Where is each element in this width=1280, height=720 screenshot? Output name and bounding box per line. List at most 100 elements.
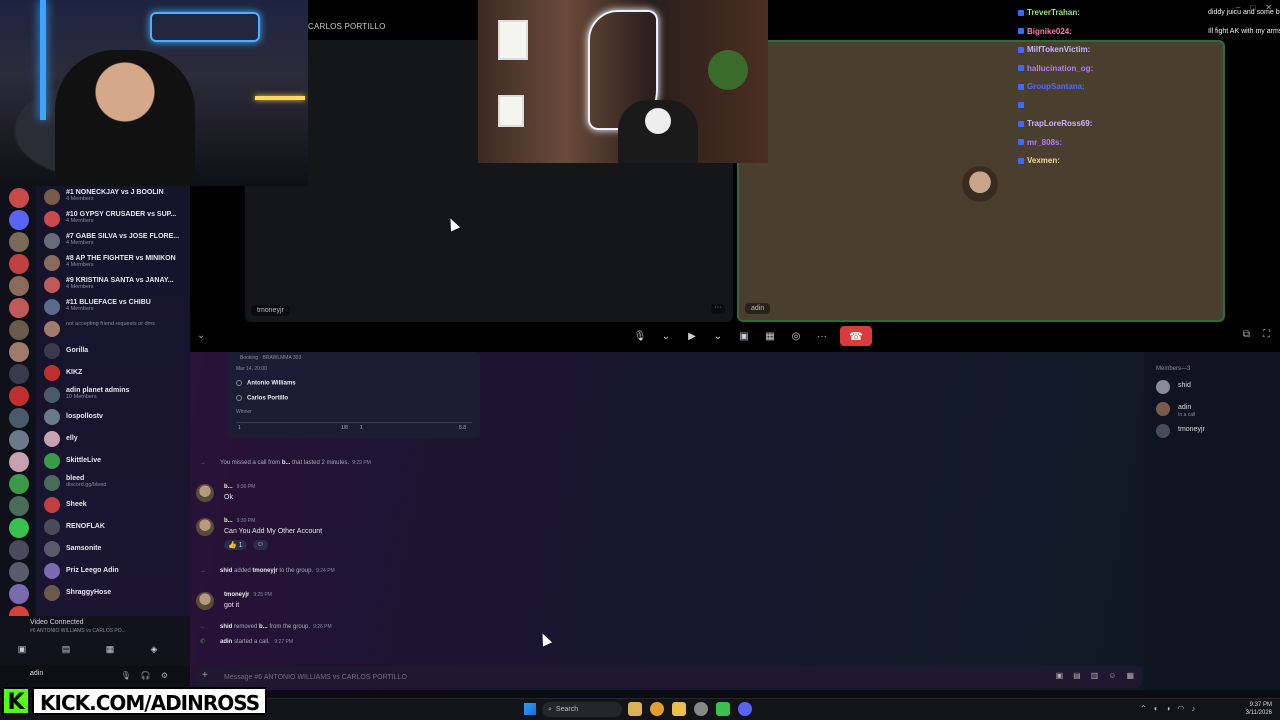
message-author[interactable]: tmoneyjr <box>224 592 249 598</box>
dm-item[interactable]: #10 GYPSY CRUSADER vs SUP... 4 Members <box>36 208 190 230</box>
dm-item[interactable]: not accepting friend requests or dms <box>36 318 190 340</box>
voice-channel-name[interactable]: #6 ANTONIO WILLIAMS vs CARLOS PO... <box>30 628 126 634</box>
dm-item[interactable]: Samsonite <box>36 538 190 560</box>
server-icon[interactable] <box>9 474 29 494</box>
message-author[interactable]: b... <box>224 484 233 490</box>
server-icon[interactable] <box>9 386 29 406</box>
dm-subtitle: 4 Members <box>66 262 94 268</box>
screen-share-icon[interactable]: ▤ <box>58 644 74 655</box>
dm-title: KIKZ <box>66 369 83 376</box>
dm-item[interactable]: SkittleLive <box>36 450 190 472</box>
close-icon[interactable]: ✕ <box>1265 3 1272 12</box>
more-options-icon[interactable]: ··· <box>711 304 725 314</box>
stream-chat-line: mr_808s: <box>1012 134 1280 153</box>
server-icon[interactable] <box>9 320 29 340</box>
server-icon[interactable] <box>9 540 29 560</box>
server-icon[interactable] <box>9 232 29 252</box>
dm-item[interactable]: Priz Leego Adin <box>36 560 190 582</box>
dm-item[interactable]: RENOFLAK <box>36 516 190 538</box>
app-icon[interactable] <box>628 702 642 716</box>
popout-icon[interactable]: ⧉ <box>1243 329 1250 340</box>
username[interactable]: adin <box>30 670 43 677</box>
volume-icon[interactable]: ♪ <box>1191 704 1195 713</box>
dm-title: #7 GABE SILVA vs JOSE FLORE... <box>66 233 180 240</box>
gif-icon[interactable]: ▤ <box>1073 671 1081 680</box>
dm-item[interactable]: Sheek <box>36 494 190 516</box>
dm-item[interactable]: #9 KRISTINA SANTA vs JANAY... 4 Members <box>36 274 190 296</box>
screen-share-icon[interactable]: ▣ <box>736 328 752 344</box>
taskbar-search[interactable]: ⌕ Search <box>542 702 622 717</box>
server-icon[interactable] <box>9 298 29 318</box>
server-icon[interactable] <box>9 430 29 450</box>
app-icon[interactable] <box>716 702 730 716</box>
avatar[interactable] <box>196 484 214 502</box>
more-icon[interactable]: ··· <box>814 328 830 344</box>
dm-item[interactable]: #7 GABE SILVA vs JOSE FLORE... 4 Members <box>36 230 190 252</box>
server-icon[interactable] <box>9 452 29 472</box>
camera-icon[interactable]: ▣ <box>14 644 30 655</box>
camera-icon[interactable]: ▶ <box>684 328 700 344</box>
dm-item[interactable]: elly <box>36 428 190 450</box>
disconnect-button[interactable]: ☎ <box>840 326 872 346</box>
maximize-icon[interactable]: □ <box>1250 3 1255 12</box>
file-explorer-icon[interactable] <box>672 702 686 716</box>
soundboard-icon[interactable]: ◎ <box>788 328 804 344</box>
soundboard-icon[interactable]: ◈ <box>146 644 162 655</box>
server-icon[interactable] <box>9 584 29 604</box>
avatar[interactable] <box>196 518 214 536</box>
system-message: ← shid removed b... from the group. 9:26 P… <box>200 624 332 630</box>
server-icon[interactable] <box>9 276 29 296</box>
dm-item[interactable]: KIKZ <box>36 362 190 384</box>
server-icon[interactable] <box>9 364 29 384</box>
server-icon[interactable] <box>9 496 29 516</box>
chevron-down-icon[interactable]: ⌄ <box>710 328 726 344</box>
activities-icon[interactable]: ▦ <box>762 328 778 344</box>
message-body: Ok <box>224 494 233 501</box>
server-icon[interactable] <box>9 408 29 428</box>
message-author[interactable]: b... <box>224 518 233 524</box>
settings-icon[interactable] <box>694 702 708 716</box>
server-icon[interactable] <box>9 188 29 208</box>
dm-item[interactable]: lospollostv <box>36 406 190 428</box>
dm-item[interactable]: ShraggyHose <box>36 582 190 604</box>
dm-item[interactable]: adin planet admins 10 Members <box>36 384 190 406</box>
emoji-icon[interactable]: ☺ <box>1108 671 1116 680</box>
dm-item[interactable]: #11 BLUEFACE vs CHIBU 4 Members <box>36 296 190 318</box>
plus-icon[interactable]: + <box>202 670 208 681</box>
message-input[interactable] <box>224 669 1004 685</box>
apps-icon[interactable]: ▦ <box>1126 671 1134 680</box>
chevron-down-icon[interactable]: ⌄ <box>658 328 674 344</box>
dm-item[interactable]: bleed discord.gg/bleed <box>36 472 190 494</box>
chevron-down-icon[interactable]: ⌄ <box>197 330 205 341</box>
avatar[interactable] <box>196 592 214 610</box>
tray-app-icon[interactable]: ◐ <box>1154 704 1159 713</box>
dm-item[interactable]: #8 AP THE FIGHTER vs MINIKON 4 Members <box>36 252 190 274</box>
reaction-thumbs-up[interactable]: 👍 1 <box>224 540 247 550</box>
activities-icon[interactable]: ▦ <box>102 644 118 655</box>
server-icon[interactable] <box>9 254 29 274</box>
discord-icon[interactable] <box>738 702 752 716</box>
add-reaction-icon[interactable]: ☺ <box>252 540 268 550</box>
chrome-icon[interactable] <box>650 702 664 716</box>
wifi-icon[interactable]: ◠ <box>1177 704 1184 713</box>
microphone-icon[interactable]: 🎙 <box>632 328 648 344</box>
dm-item[interactable]: Gorilla <box>36 340 190 362</box>
windows-start-icon[interactable] <box>524 703 536 715</box>
user-controls[interactable]: 🎙🎧⚙ <box>121 671 178 680</box>
server-icon[interactable] <box>9 562 29 582</box>
gift-icon[interactable]: ▣ <box>1056 671 1064 680</box>
avatar <box>1156 424 1170 438</box>
taskbar-clock[interactable]: 9:37 PM 3/11/2026 <box>1246 701 1272 717</box>
server-icon[interactable] <box>9 210 29 230</box>
minimize-icon[interactable]: – <box>1236 3 1240 12</box>
dm-item[interactable]: #1 NONECKJAY vs J BOOLIN 4 Members <box>36 186 190 208</box>
server-icon[interactable] <box>9 342 29 362</box>
chevron-up-icon[interactable]: ⌃ <box>1140 704 1147 713</box>
sticker-icon[interactable]: ▥ <box>1091 671 1099 680</box>
fullscreen-icon[interactable]: ⛶ <box>1263 329 1270 340</box>
server-icon[interactable] <box>9 518 29 538</box>
badge-icon <box>1018 102 1024 109</box>
poll-option[interactable]: Carlos Portillo <box>236 395 288 402</box>
poll-option[interactable]: Antonio Williams <box>236 380 296 387</box>
tray-app-icon[interactable]: ◑ <box>1166 704 1171 713</box>
